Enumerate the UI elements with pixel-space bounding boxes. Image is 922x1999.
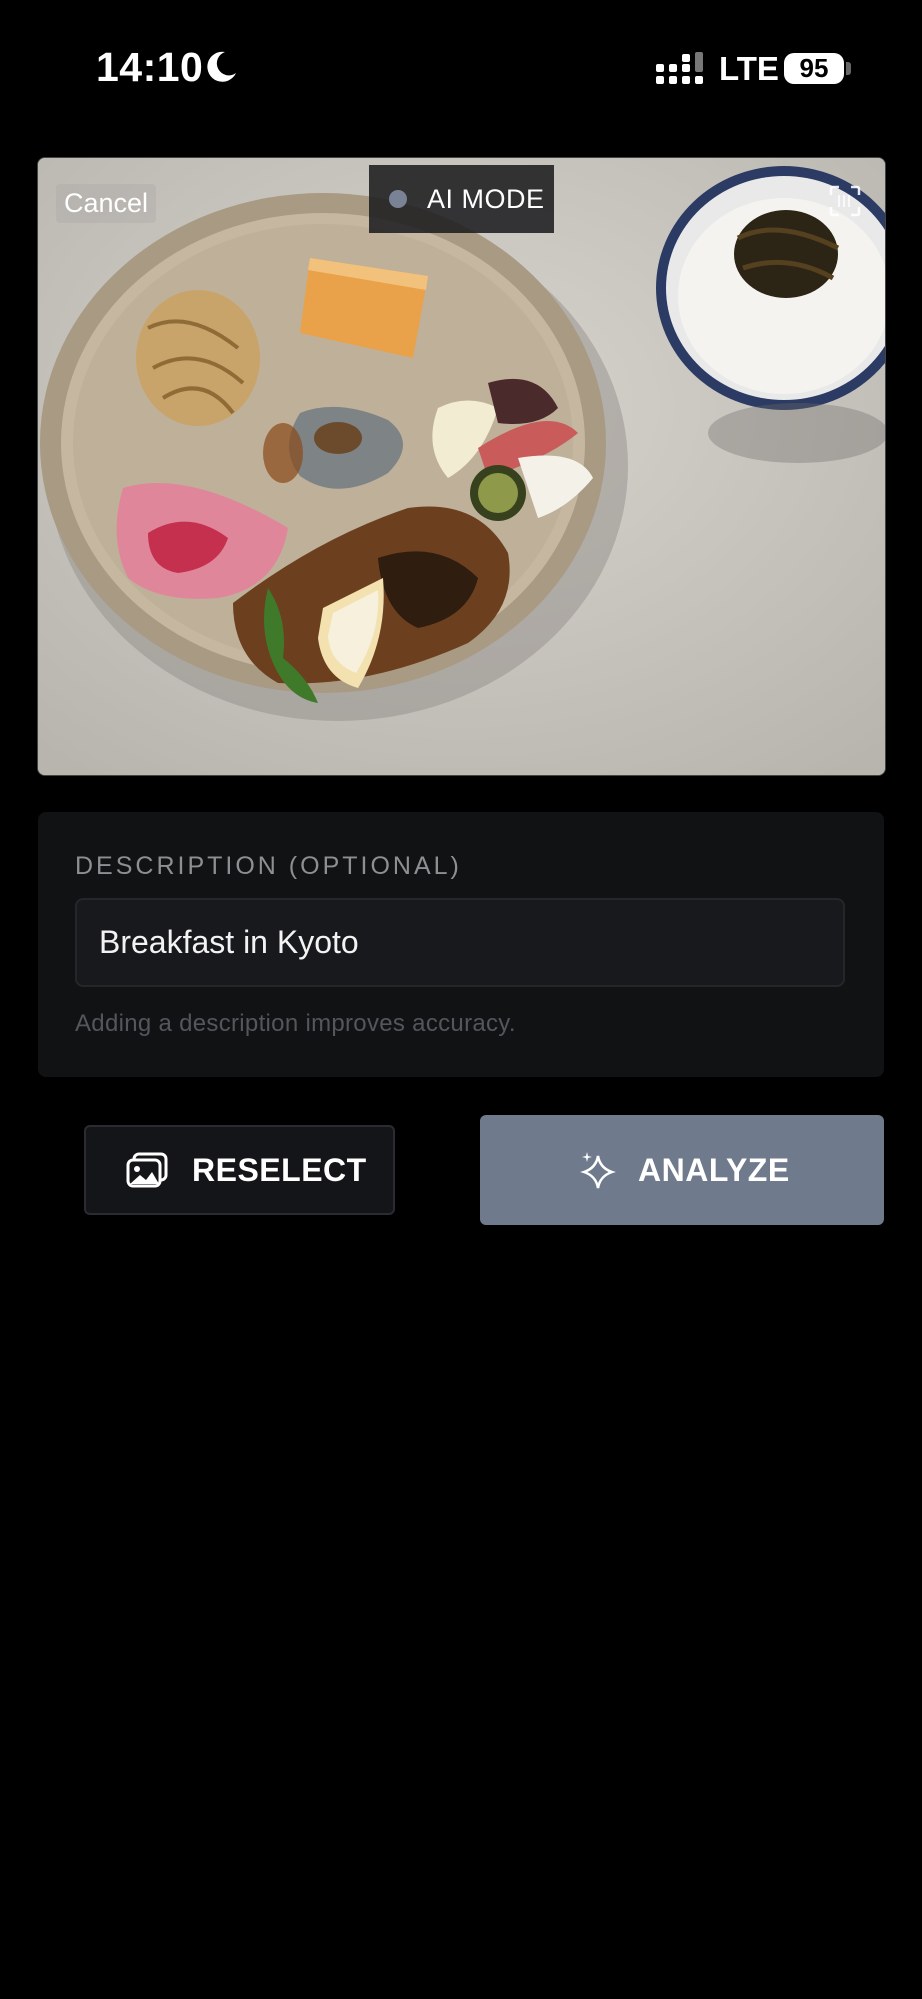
status-time: 14:10 [96, 44, 204, 90]
photo-gallery-icon [126, 1152, 168, 1188]
battery-cap [846, 62, 851, 75]
ai-mode-badge[interactable]: AI MODE [369, 165, 554, 233]
analyze-button[interactable]: ANALYZE [480, 1115, 884, 1225]
description-title: DESCRIPTION (OPTIONAL) [75, 852, 462, 880]
network-type: LTE [719, 50, 779, 87]
ai-mode-label: AI MODE [427, 183, 545, 214]
photo-preview: Cancel AI MODE [37, 157, 886, 776]
signal-icon [656, 52, 703, 84]
food-photo [38, 158, 885, 775]
reselect-button[interactable]: RESELECT [84, 1125, 395, 1215]
status-bar: 14:10 LTE 95 [0, 0, 922, 140]
battery-indicator: 95 [784, 53, 844, 84]
moon-icon [207, 51, 236, 82]
reselect-label: RESELECT [192, 1151, 367, 1188]
analyze-label: ANALYZE [638, 1151, 790, 1188]
cancel-button[interactable]: Cancel [56, 184, 157, 223]
sparkle-icon [580, 1152, 616, 1189]
scan-icon[interactable] [829, 185, 861, 217]
description-card: DESCRIPTION (OPTIONAL) Adding a descript… [38, 812, 884, 1077]
description-input[interactable] [75, 898, 845, 987]
ai-mode-dot [389, 190, 407, 208]
description-hint: Adding a description improves accuracy. [75, 1010, 516, 1037]
